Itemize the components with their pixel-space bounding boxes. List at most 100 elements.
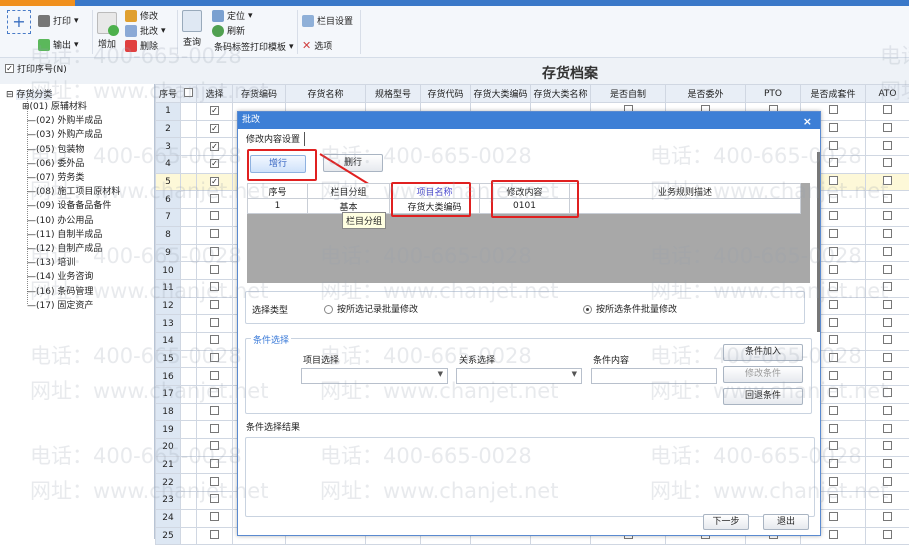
column-header[interactable]: 存货大类编码 (471, 85, 531, 103)
print-seq-checkbox[interactable]: ✓打印序号(N) (5, 62, 67, 75)
flag-checkbox[interactable] (866, 474, 909, 492)
next-button[interactable]: 下一步 (703, 514, 749, 530)
row-checkbox[interactable] (197, 509, 233, 527)
column-header[interactable]: 存货大类名称 (531, 85, 591, 103)
row-checkbox[interactable] (197, 403, 233, 421)
column-header[interactable]: 存货编码 (233, 85, 286, 103)
flag-checkbox[interactable] (866, 403, 909, 421)
row-checkbox[interactable] (197, 368, 233, 386)
delete-button[interactable]: 删除 (125, 39, 158, 52)
barcode-template-button[interactable]: 条码标签打印模板▾ (214, 40, 294, 53)
tree-item[interactable]: —(17) 固定资产 (27, 298, 93, 311)
tree-item[interactable]: —(12) 自制产成品 (27, 241, 102, 254)
flag-checkbox[interactable] (866, 332, 909, 350)
flag-checkbox[interactable] (866, 315, 909, 333)
row-checkbox[interactable]: ✓ (197, 156, 233, 174)
column-header[interactable]: 存货代码 (421, 85, 471, 103)
flag-checkbox[interactable] (866, 244, 909, 262)
column-header[interactable]: 规格型号 (366, 85, 421, 103)
column-header[interactable]: 选择 (197, 85, 233, 103)
item-select-dropdown[interactable]: ▼ (301, 368, 448, 384)
print-button[interactable]: 打印 ▾ (38, 14, 79, 27)
flag-checkbox[interactable] (866, 350, 909, 368)
add-condition-button[interactable]: 条件加入 (723, 344, 803, 361)
tree-item[interactable]: —(11) 自制半成品 (27, 227, 102, 240)
row-checkbox[interactable] (197, 527, 233, 545)
column-header[interactable]: ATO (866, 85, 909, 103)
tree-item[interactable]: —(02) 外购半成品 (27, 113, 102, 126)
row-checkbox[interactable] (197, 332, 233, 350)
condition-content-input[interactable] (591, 368, 717, 384)
flag-checkbox[interactable] (866, 439, 909, 457)
flag-checkbox[interactable] (866, 209, 909, 227)
flag-checkbox[interactable] (866, 138, 909, 156)
edit-condition-button[interactable]: 修改条件 (723, 366, 803, 383)
column-settings-button[interactable]: 栏目设置 (302, 14, 353, 27)
row-checkbox[interactable] (197, 474, 233, 492)
flag-checkbox[interactable] (866, 279, 909, 297)
edit-button[interactable]: 修改 (125, 9, 158, 22)
flag-checkbox[interactable] (866, 509, 909, 527)
relation-select-dropdown[interactable]: ▼ (456, 368, 582, 384)
add-button[interactable]: 增加 (97, 12, 117, 50)
cell-desc[interactable] (570, 199, 801, 214)
flag-checkbox[interactable] (866, 456, 909, 474)
row-checkbox[interactable] (197, 279, 233, 297)
row-checkbox[interactable] (197, 262, 233, 280)
row-checkbox[interactable] (197, 244, 233, 262)
flag-checkbox[interactable] (866, 368, 909, 386)
flag-checkbox[interactable] (866, 262, 909, 280)
row-checkbox[interactable] (197, 350, 233, 368)
flag-checkbox[interactable] (866, 492, 909, 510)
row-checkbox[interactable] (197, 191, 233, 209)
close-icon[interactable]: × (803, 113, 812, 130)
tab-modify-settings[interactable]: 修改内容设置 (242, 132, 305, 146)
select-all-checkbox[interactable] (181, 85, 197, 103)
new-tab-button[interactable]: + (7, 10, 31, 34)
options-button[interactable]: ✕选项 (302, 39, 332, 52)
tree-item[interactable]: —(14) 业务咨询 (27, 269, 93, 282)
flag-checkbox[interactable] (866, 103, 909, 121)
export-button[interactable]: 输出 ▾ (38, 38, 79, 51)
column-header[interactable]: 序号 (156, 85, 181, 103)
row-checkbox[interactable] (197, 386, 233, 404)
query-button[interactable]: 查询 (182, 10, 202, 48)
column-header[interactable]: 是否自制 (591, 85, 666, 103)
flag-checkbox[interactable] (866, 386, 909, 404)
column-header[interactable]: 是否成套件 (801, 85, 866, 103)
row-checkbox[interactable] (197, 209, 233, 227)
tree-item[interactable]: —(16) 条码管理 (27, 284, 93, 297)
row-checkbox[interactable]: ✓ (197, 120, 233, 138)
batch-edit-button[interactable]: 批改 ▾ (125, 24, 166, 37)
radio-by-records[interactable]: 按所选记录批量修改 (324, 302, 418, 315)
row-checkbox[interactable] (197, 315, 233, 333)
row-checkbox[interactable] (197, 421, 233, 439)
row-checkbox[interactable] (197, 226, 233, 244)
column-header[interactable]: 是否委外 (666, 85, 746, 103)
tree-item[interactable]: —(10) 办公用品 (27, 213, 93, 226)
revert-condition-button[interactable]: 回退条件 (723, 388, 803, 405)
refresh-button[interactable]: 刷新 (212, 24, 245, 37)
radio-by-conditions[interactable]: 按所选条件批量修改 (583, 302, 677, 315)
tree-item[interactable]: —(06) 委外品 (27, 156, 84, 169)
tree-item[interactable]: —(08) 施工项目原材料 (27, 184, 120, 197)
row-checkbox[interactable]: ✓ (197, 138, 233, 156)
column-header[interactable]: PTO (746, 85, 801, 103)
tree-item[interactable]: —(09) 设备备品备件 (27, 198, 111, 211)
tree-item[interactable]: ⊞(01) 原辅材料 (22, 99, 87, 112)
row-checkbox[interactable] (197, 492, 233, 510)
flag-checkbox[interactable] (866, 226, 909, 244)
row-checkbox[interactable] (197, 297, 233, 315)
column-header[interactable]: 存货名称 (286, 85, 366, 103)
row-checkbox[interactable] (197, 456, 233, 474)
tree-item[interactable]: —(03) 外购产成品 (27, 127, 102, 140)
row-checkbox[interactable]: ✓ (197, 173, 233, 191)
row-checkbox[interactable] (197, 439, 233, 457)
row-checkbox[interactable]: ✓ (197, 103, 233, 121)
flag-checkbox[interactable] (866, 191, 909, 209)
flag-checkbox[interactable] (866, 297, 909, 315)
tree-item[interactable]: —(07) 劳务类 (27, 170, 84, 183)
flag-checkbox[interactable] (866, 120, 909, 138)
tree-item[interactable]: —(05) 包装物 (27, 142, 84, 155)
locate-button[interactable]: 定位 ▾ (212, 9, 253, 22)
